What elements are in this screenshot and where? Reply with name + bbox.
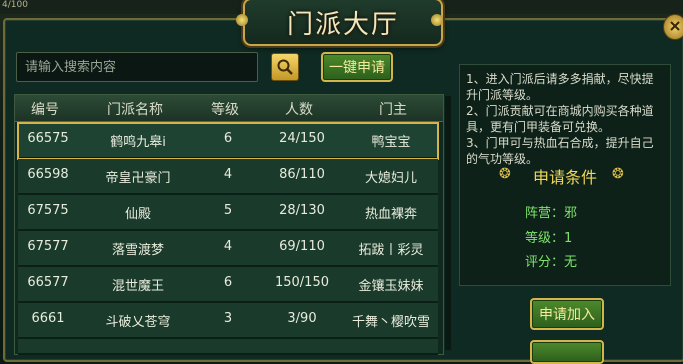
scroll-ornament-left-icon: ❂ (499, 166, 511, 182)
row-members: 28/130 (279, 203, 325, 218)
row-level: 4 (223, 167, 233, 182)
row-name: 落雪渡梦 (111, 243, 164, 258)
sect-list-table: 编号 门派名称 等级 人数 门主 66575 鹤鸣九皋i 6 24/150 鸭宝… (14, 94, 444, 355)
row-level: 5 (223, 203, 233, 218)
close-button[interactable] (663, 14, 683, 40)
row-level: 3 (223, 311, 233, 326)
row-id: 66575 (27, 131, 69, 146)
row-master: 大媳妇儿 (364, 171, 417, 186)
row-master: 金镶玉妹妹 (358, 279, 424, 294)
row-name: 混世魔王 (111, 279, 164, 294)
header-name: 门派名称 (107, 102, 163, 118)
search-button[interactable] (271, 53, 299, 81)
conditions-title: 申请条件 (533, 168, 598, 187)
header-id: 编号 (31, 102, 59, 118)
search-icon (277, 59, 293, 75)
row-level: 6 (223, 275, 233, 290)
header-members: 人数 (285, 102, 313, 118)
table-row[interactable]: 66598 帝皇卍豪门 4 86/110 大媳妇儿 (18, 159, 438, 195)
row-name: 仙殿 (124, 207, 151, 222)
row-id: 6661 (31, 311, 65, 326)
tip-1: 1、进入门派后请多多捐献，尽快提升门派等级。 (466, 72, 654, 102)
condition-level: 等级：1 (525, 231, 573, 246)
quick-apply-button[interactable]: 一键申请 (321, 52, 393, 82)
search-field[interactable] (16, 52, 258, 82)
condition-faction: 阵营：邪 (525, 206, 578, 221)
tip-3: 3、门甲可与热血石合成，提升自己的气功等级。 (466, 136, 654, 166)
row-members: 150/150 (274, 275, 329, 290)
table-row[interactable]: 66575 鹤鸣九皋i 6 24/150 鸭宝宝 (17, 122, 439, 160)
title-ornament-left-icon (236, 14, 248, 26)
row-id: 67575 (27, 203, 69, 218)
scroll-ornament-right-icon: ❂ (612, 166, 624, 182)
table-row[interactable]: 67575 仙殿 5 28/130 热血裸奔 (18, 195, 438, 231)
window-title-plate: 门派大厅 (243, 0, 443, 46)
row-level: 6 (223, 131, 233, 146)
row-master: 千舞丶樱吹雪 (351, 315, 430, 330)
row-members: 86/110 (279, 167, 325, 182)
title-ornament-right-icon (431, 14, 443, 26)
row-master: 鸭宝宝 (371, 135, 411, 150)
row-master: 拓跋丨彩灵 (358, 243, 424, 258)
row-master: 热血裸奔 (364, 207, 417, 222)
window-title: 门派大厅 (286, 10, 399, 40)
row-members: 3/90 (287, 311, 317, 326)
row-members: 24/150 (279, 131, 325, 146)
header-master: 门主 (379, 102, 407, 118)
row-id: 66598 (27, 167, 69, 182)
condition-score: 评分：无 (525, 255, 578, 270)
hp-readout: 4/100 (2, 0, 28, 10)
row-members: 69/110 (279, 239, 325, 254)
row-name: 帝皇卍豪门 (105, 171, 171, 186)
row-name: 斗破乂苍穹 (105, 315, 171, 330)
table-row[interactable]: 67577 落雪渡梦 4 69/110 拓跋丨彩灵 (18, 231, 438, 267)
table-scrollbar[interactable] (445, 96, 451, 350)
row-id: 67577 (27, 239, 69, 254)
table-row[interactable]: 66577 混世魔王 6 150/150 金镶玉妹妹 (18, 267, 438, 303)
row-id: 66577 (27, 275, 69, 290)
header-level: 等级 (211, 102, 239, 118)
apply-join-button[interactable]: 申请加入 (530, 298, 604, 330)
table-row[interactable]: 6661 斗破乂苍穹 3 3/90 千舞丶樱吹雪 (18, 303, 438, 339)
row-name: 鹤鸣九皋i (110, 135, 166, 150)
tip-2: 2、门派贡献可在商城内购买各种道具，更有门甲装备可兑换。 (466, 104, 654, 134)
search-input[interactable] (17, 53, 257, 81)
close-icon (670, 21, 680, 31)
row-level: 4 (223, 239, 233, 254)
second-action-button[interactable] (530, 340, 604, 364)
table-header: 编号 门派名称 等级 人数 门主 (15, 95, 443, 122)
